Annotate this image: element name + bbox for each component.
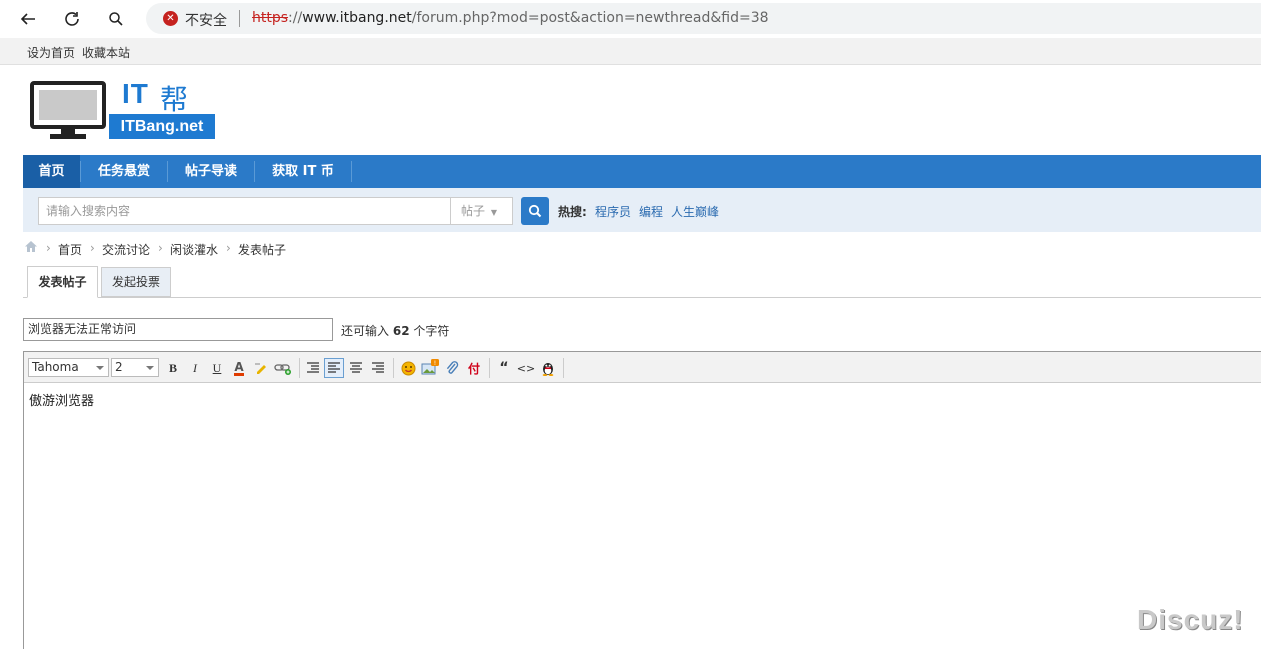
emoji-button[interactable] [398, 358, 418, 378]
url-scheme: https [252, 10, 289, 26]
tabs-baseline [23, 297, 1261, 298]
breadcrumb-separator: › [90, 241, 95, 255]
breadcrumb-separator: › [158, 241, 163, 255]
toolbar-divider [489, 358, 490, 378]
nav-item-get-coins[interactable]: 获取 IT 币 [255, 155, 351, 188]
nav-item-home[interactable]: 首页 [23, 155, 80, 188]
caret-down-icon [96, 366, 104, 370]
insert-link-button[interactable] [273, 358, 293, 378]
editor-toolbar: Tahoma 2 B I U A ! 付 “ <> [24, 352, 1261, 383]
logo-text-it: IT [122, 78, 149, 109]
caret-down-icon: ▼ [490, 208, 497, 217]
address-bar[interactable]: ✕ 不安全 https://www.itbang.net/forum.php?m… [146, 3, 1261, 34]
align-center-button[interactable] [346, 358, 366, 378]
align-center-icon [350, 362, 362, 373]
address-divider [239, 10, 240, 27]
bold-button[interactable]: B [163, 358, 183, 378]
breadcrumb-item[interactable]: 闲谈灌水 [170, 241, 218, 258]
smiley-icon [401, 361, 415, 375]
search-icon [528, 204, 542, 218]
back-arrow-icon[interactable] [13, 4, 43, 34]
search-bar: 请输入搜索内容 帖子 ▼ 热搜: 程序员 编程 人生巅峰 [23, 188, 1261, 232]
url-path: /forum.php?mod=post&action=newthread&fid… [411, 10, 769, 26]
security-label[interactable]: 不安全 [185, 10, 227, 30]
site-logo[interactable]: IT 帮 ITBang.net [30, 78, 220, 142]
discuz-watermark: Discuz! [1137, 604, 1244, 635]
subject-char-hint: 还可输入 62 个字符 [341, 322, 449, 339]
toolbar-divider [299, 358, 300, 378]
url-text[interactable]: https://www.itbang.net/forum.php?mod=pos… [252, 10, 769, 26]
nav-divider [351, 161, 352, 182]
hint-suffix: 个字符 [413, 324, 450, 338]
link-icon [274, 364, 291, 375]
home-icon[interactable] [24, 240, 38, 256]
nav-item-guide[interactable]: 帖子导读 [168, 155, 254, 188]
nav-item-tasks[interactable]: 任务悬赏 [81, 155, 167, 188]
align-right-button[interactable] [368, 358, 388, 378]
image-icon: ! [421, 359, 439, 375]
breadcrumb-item[interactable]: 首页 [58, 241, 82, 258]
indent-icon [307, 362, 319, 373]
highlight-button[interactable] [251, 358, 271, 378]
qq-button[interactable] [538, 358, 558, 378]
code-button[interactable]: <> [516, 358, 536, 378]
subject-input[interactable]: 浏览器无法正常访问 [23, 318, 333, 341]
bookmark-link[interactable]: 收藏本站 [82, 44, 130, 61]
url-host: www.itbang.net [302, 10, 412, 26]
url-scheme-separator: :// [288, 10, 303, 26]
qq-penguin-icon [542, 363, 554, 376]
hot-search-link[interactable]: 人生巅峰 [671, 203, 719, 220]
svg-text:!: ! [434, 360, 436, 367]
align-left-icon [328, 362, 340, 373]
editor-body[interactable]: 傲游浏览器 [29, 390, 94, 409]
align-right-icon [372, 362, 384, 373]
main-nav: 首页 任务悬赏 帖子导读 获取 IT 币 [23, 155, 1261, 188]
hot-search-link[interactable]: 程序员 [595, 203, 631, 220]
attachment-button[interactable] [442, 358, 462, 378]
indent-button[interactable] [303, 358, 323, 378]
not-secure-icon[interactable]: ✕ [163, 11, 178, 26]
toolbar-divider [393, 358, 394, 378]
browser-chrome: ✕ 不安全 https://www.itbang.net/forum.php?m… [0, 0, 1261, 38]
site-topbar: 设为首页 收藏本站 [0, 38, 1261, 65]
search-input[interactable]: 请输入搜索内容 [38, 197, 451, 225]
hot-search-link[interactable]: 编程 [639, 203, 663, 220]
search-button[interactable] [521, 197, 549, 225]
breadcrumb-item[interactable]: 交流讨论 [102, 241, 150, 258]
toolbar-divider [563, 358, 564, 378]
caret-down-icon [146, 366, 154, 370]
font-size-select[interactable]: 2 [111, 358, 159, 377]
search-type-label: 帖子 [461, 204, 486, 218]
breadcrumb-separator: › [226, 241, 231, 255]
breadcrumb-item-current: 发表帖子 [238, 243, 287, 257]
search-icon[interactable] [101, 4, 131, 34]
font-size-value: 2 [115, 360, 123, 374]
paperclip-icon [446, 361, 459, 374]
tab-start-poll[interactable]: 发起投票 [101, 267, 171, 297]
monitor-icon [30, 81, 106, 139]
logo-text-bang: 帮 [160, 83, 189, 116]
post-editor: Tahoma 2 B I U A ! 付 “ <> 傲游浏览器 [23, 351, 1261, 649]
font-family-value: Tahoma [32, 360, 79, 374]
logo-domain: ITBang.net [109, 114, 215, 139]
insert-image-button[interactable]: ! [420, 358, 440, 378]
hint-count: 62 [392, 324, 410, 338]
font-color-icon: A [234, 359, 244, 376]
hot-search-label: 热搜: [558, 205, 587, 219]
tab-post-thread[interactable]: 发表帖子 [27, 266, 98, 298]
paid-attachment-button[interactable]: 付 [464, 358, 484, 378]
search-type-select[interactable]: 帖子 ▼ [451, 197, 513, 225]
italic-button[interactable]: I [185, 358, 205, 378]
reload-icon[interactable] [57, 4, 87, 34]
set-home-link[interactable]: 设为首页 [27, 44, 75, 61]
quote-button[interactable]: “ [494, 358, 514, 378]
hint-prefix: 还可输入 [341, 324, 390, 338]
font-color-button[interactable]: A [229, 358, 249, 378]
align-left-button[interactable] [324, 358, 344, 378]
font-family-select[interactable]: Tahoma [28, 358, 109, 377]
underline-button[interactable]: U [207, 358, 227, 378]
highlighter-icon [255, 363, 266, 374]
breadcrumb-separator: › [46, 241, 51, 255]
